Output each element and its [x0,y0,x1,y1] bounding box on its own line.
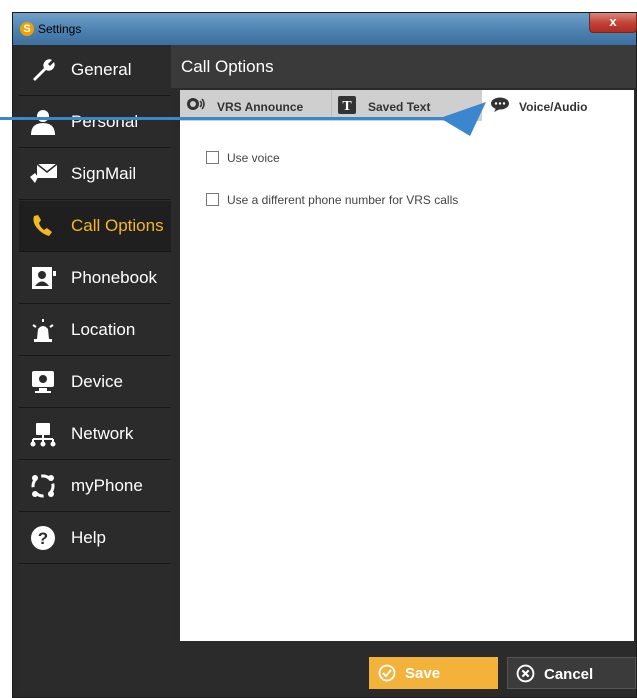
tab-label: Voice/Audio [519,100,588,114]
tab-label: VRS Announce [217,100,304,114]
page-title: Call Options [181,57,274,76]
sidebar-item-label: Network [71,424,134,443]
sidebar-item-signmail[interactable]: SignMail [19,149,171,200]
sidebar-item-general[interactable]: General [19,45,171,96]
different-number-option[interactable]: Use a different phone number for VRS cal… [206,193,458,207]
monitor-icon [32,371,54,393]
close-button[interactable]: x [589,13,637,33]
main-header: Call Options [171,45,636,88]
use-voice-checkbox[interactable] [206,151,219,164]
title-bar[interactable]: S Settings x [13,13,637,45]
sidebar-item-network[interactable]: Network [19,409,171,460]
voice-audio-panel: Use voice Use a different phone number f… [180,121,634,641]
sidebar-item-location[interactable]: Location [19,305,171,356]
myphone-icon [31,474,55,498]
close-circle-icon [516,664,535,683]
sidebar-item-label: Personal [71,112,139,131]
sidebar-item-personal[interactable]: Personal [19,97,171,148]
phonebook-icon [32,267,56,289]
callout-arrow-icon [440,102,486,136]
settings-window: S Settings x General Personal SignMail C… [12,12,637,698]
network-icon [30,423,56,447]
phone-handset-icon [33,215,52,236]
wrench-icon [33,59,55,81]
cancel-button-label: Cancel [544,666,594,683]
callout-arrow-line [0,117,460,120]
save-button-label: Save [405,665,441,682]
use-voice-option[interactable]: Use voice [206,151,280,165]
sidebar-item-label: Help [71,528,106,547]
sidebar-item-device[interactable]: Device [19,357,171,408]
sidebar-item-call-options[interactable]: Call Options [19,201,171,252]
person-icon [31,110,55,135]
sidebar-item-label: Call Options [71,216,164,235]
app-logo-icon: S [20,22,34,36]
sidebar-item-phonebook[interactable]: Phonebook [19,253,171,304]
save-button[interactable]: Save [369,657,498,689]
text-t-icon: T [338,96,356,114]
footer-bar: Save Cancel [171,641,636,693]
sidebar-item-label: Device [71,372,123,391]
sidebar-item-label: myPhone [71,476,143,495]
sidebar-item-label: Location [71,320,136,339]
svg-text:T: T [342,99,352,114]
different-number-label: Use a different phone number for VRS cal… [227,193,459,207]
sidebar-item-myphone[interactable]: myPhone [19,461,171,512]
location-alert-icon [32,319,54,342]
sidebar-item-label: SignMail [71,164,137,183]
speech-bubble-icon [491,97,509,112]
check-circle-icon [378,664,396,682]
signmail-icon [30,163,57,183]
sidebar-item-label: Phonebook [71,268,158,287]
different-number-checkbox[interactable] [206,193,219,206]
sidebar-item-help[interactable]: ? Help [19,513,171,564]
cancel-button[interactable]: Cancel [507,657,636,689]
tab-voice-audio[interactable]: Voice/Audio [482,90,634,121]
help-icon: ? [31,526,55,550]
tab-label: Saved Text [368,100,431,114]
use-voice-label: Use voice [227,151,280,165]
sidebar: General Personal SignMail Call Options P… [19,45,171,693]
window-title: Settings [38,22,82,36]
vrs-announce-icon [187,98,205,110]
sidebar-item-label: General [71,60,132,79]
svg-text:?: ? [38,529,48,548]
